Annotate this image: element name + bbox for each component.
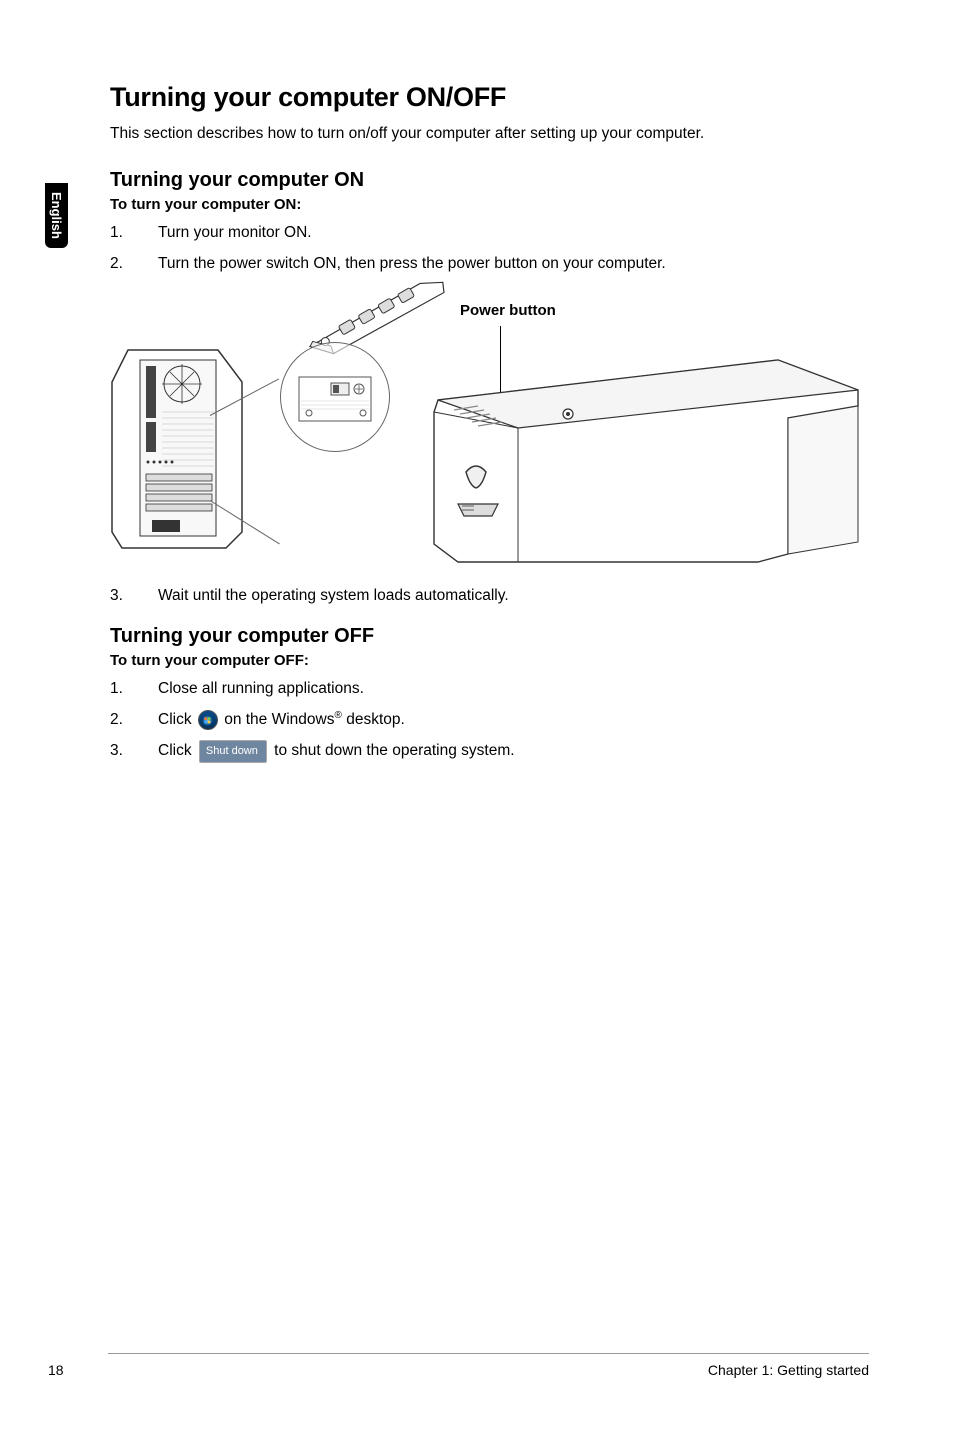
step-number: 2. <box>110 708 158 731</box>
power-button-figure: Power button <box>110 290 869 560</box>
text-fragment: desktop. <box>342 711 405 728</box>
list-item: 2. Click on the Windows® desktop. <box>110 708 869 731</box>
callout-circle <box>280 342 390 452</box>
page-title: Turning your computer ON/OFF <box>110 82 869 113</box>
on-steps-list: 1. Turn your monitor ON. 2. Turn the pow… <box>110 221 869 276</box>
computer-front-icon <box>428 354 868 564</box>
list-item: 2. Turn the power switch ON, then press … <box>110 252 869 275</box>
section-on-sub: To turn your computer ON: <box>110 196 869 213</box>
list-item: 3. Click Shut down to shut down the oper… <box>110 739 869 762</box>
step-number: 1. <box>110 677 158 700</box>
step-text: Wait until the operating system loads au… <box>158 584 869 607</box>
step-number: 3. <box>110 739 158 762</box>
list-item: 3. Wait until the operating system loads… <box>110 584 869 607</box>
text-fragment: Click <box>158 711 196 728</box>
section-off-sub: To turn your computer OFF: <box>110 652 869 669</box>
rear-panel-detail-icon <box>281 343 389 451</box>
text-fragment: Click <box>158 742 196 759</box>
text-fragment: to shut down the operating system. <box>270 742 515 759</box>
computer-rear-icon <box>110 342 260 552</box>
section-on-heading: Turning your computer ON <box>110 169 869 192</box>
intro-text: This section describes how to turn on/of… <box>110 125 869 143</box>
figure-label: Power button <box>460 302 556 319</box>
step-number: 2. <box>110 252 158 275</box>
step-number: 3. <box>110 584 158 607</box>
text-fragment: on the Windows <box>220 711 335 728</box>
step-text: Click on the Windows® desktop. <box>158 708 869 731</box>
step-text: Click Shut down to shut down the operati… <box>158 739 869 762</box>
step-text: Turn the power switch ON, then press the… <box>158 252 869 275</box>
chapter-label: Chapter 1: Getting started <box>708 1362 869 1378</box>
page-footer: 18 Chapter 1: Getting started <box>0 1353 954 1378</box>
list-item: 1. Turn your monitor ON. <box>110 221 869 244</box>
language-tab: English <box>45 183 68 248</box>
registered-mark: ® <box>334 710 341 721</box>
footer-rule <box>108 1353 869 1354</box>
step-text: Turn your monitor ON. <box>158 221 869 244</box>
section-off-heading: Turning your computer OFF <box>110 625 869 648</box>
step-number: 1. <box>110 221 158 244</box>
windows-start-icon <box>198 710 218 730</box>
shut-down-button-icon: Shut down <box>199 740 267 763</box>
page-number: 18 <box>48 1362 64 1378</box>
section-off: Turning your computer OFF To turn your c… <box>110 625 869 763</box>
list-item: 1. Close all running applications. <box>110 677 869 700</box>
page-content: Turning your computer ON/OFF This sectio… <box>0 0 954 763</box>
step-text: Close all running applications. <box>158 677 869 700</box>
on-step3: 3. Wait until the operating system loads… <box>110 584 869 607</box>
off-steps-list: 1. Close all running applications. 2. Cl… <box>110 677 869 763</box>
